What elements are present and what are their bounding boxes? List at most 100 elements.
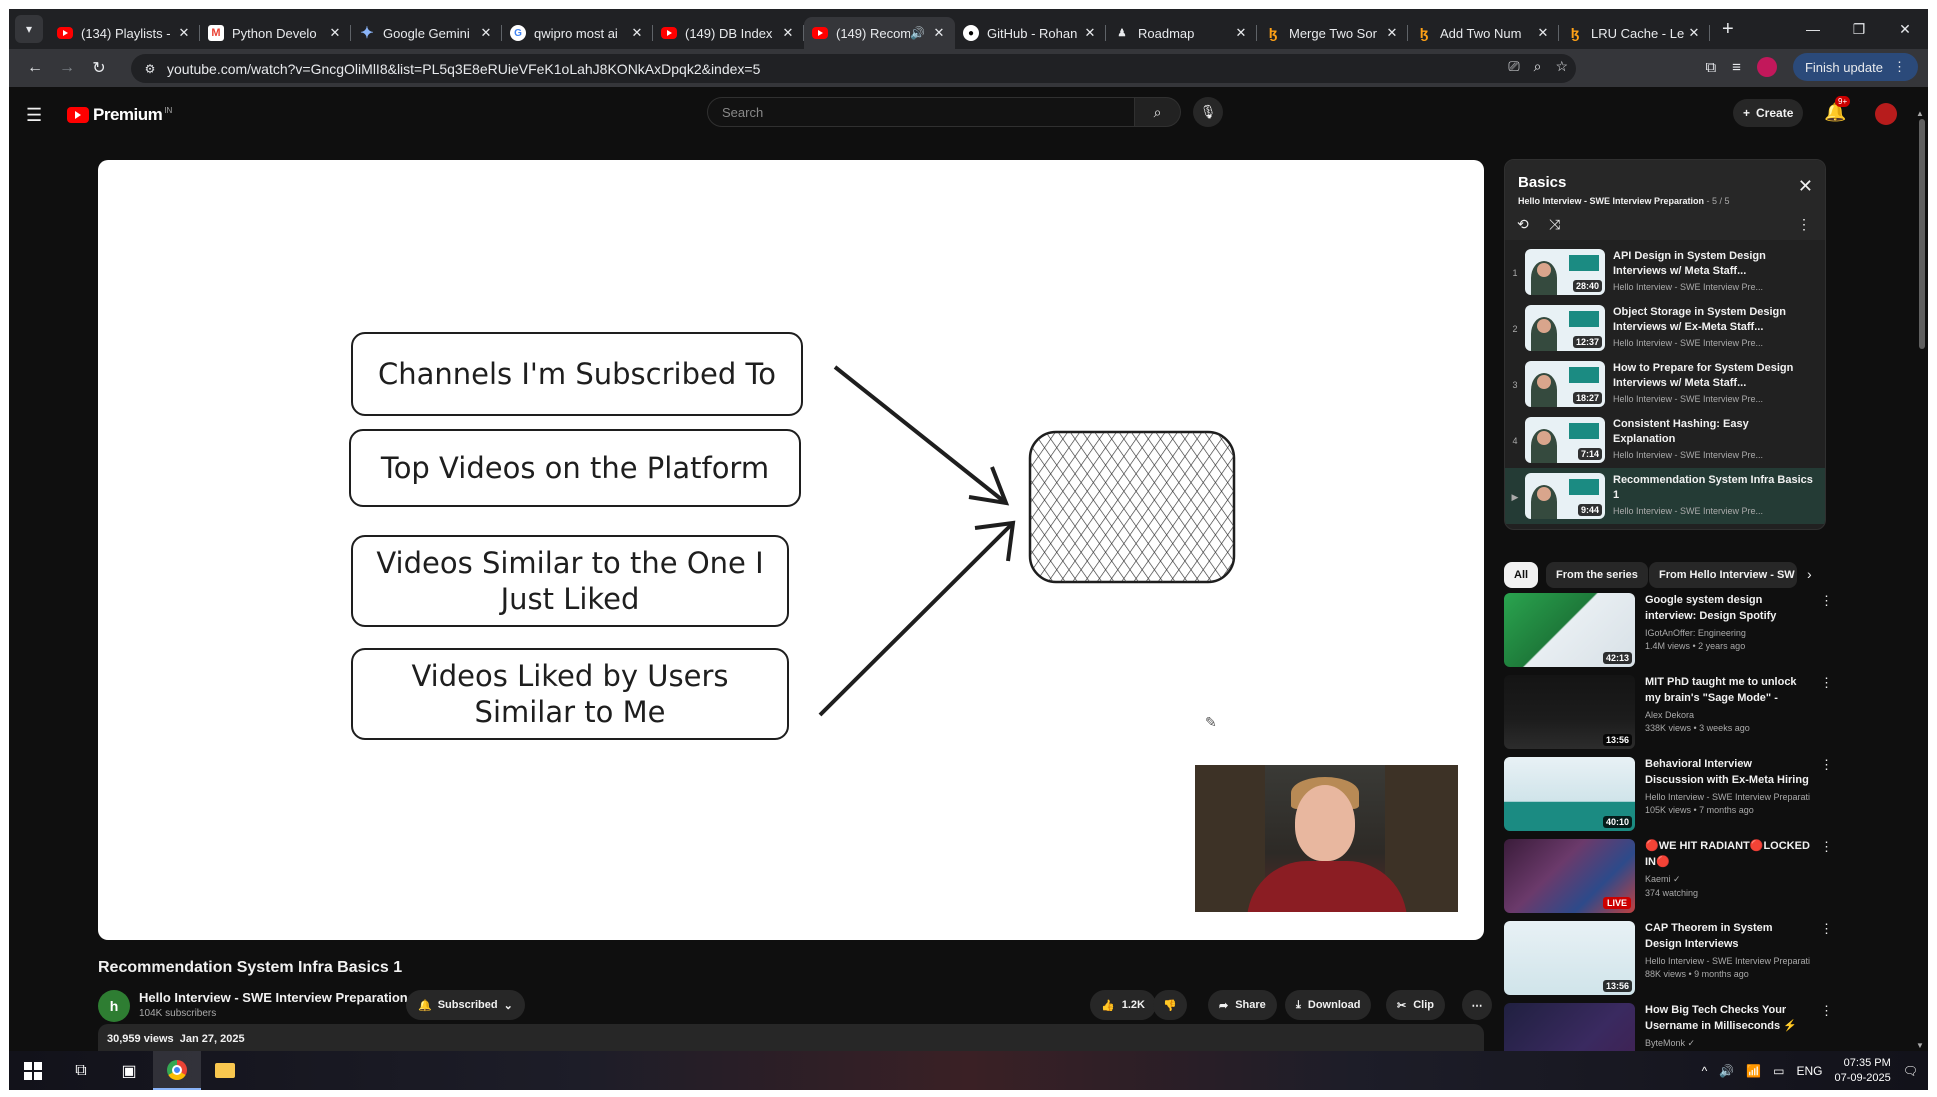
like-button[interactable]: 👍 1.2K xyxy=(1090,990,1156,1020)
zoom-icon[interactable]: ⌕ xyxy=(1534,58,1542,75)
more-vert-icon[interactable]: ⋮ xyxy=(1797,216,1811,233)
scrollbar-thumb[interactable] xyxy=(1919,119,1925,349)
browser-tab[interactable]: ɮ Merge Two Sor ✕ xyxy=(1257,17,1408,49)
back-arrow-icon[interactable]: ← xyxy=(21,54,49,82)
notifications-icon[interactable]: 🗨 xyxy=(1903,1064,1918,1078)
tab-close-icon[interactable]: ✕ xyxy=(327,25,343,41)
more-vert-icon[interactable]: ⋮ xyxy=(1820,675,1833,691)
tab-close-icon[interactable]: ✕ xyxy=(176,25,192,41)
new-tab-button[interactable]: + xyxy=(1722,18,1734,41)
video-player[interactable]: Channels I'm Subscribed To Top Videos on… xyxy=(98,160,1484,940)
channel-name[interactable]: Hello Interview - SWE Interview Preparat… xyxy=(139,990,408,1005)
search-input[interactable] xyxy=(707,97,1135,127)
create-button[interactable]: + Create xyxy=(1733,99,1804,127)
more-vert-icon[interactable]: ⋮ xyxy=(1820,839,1833,855)
youtube-logo[interactable]: Premium IN xyxy=(67,105,172,125)
browser-tab-active[interactable]: (149) Recom 🔊 ✕ xyxy=(804,17,955,49)
chevron-up-icon[interactable]: ^ xyxy=(1702,1064,1708,1078)
browser-tab[interactable]: M Python Develo ✕ xyxy=(200,17,351,49)
shuffle-icon[interactable]: ⤨ xyxy=(1549,216,1560,233)
finish-update-button[interactable]: Finish update ⋮ xyxy=(1792,53,1918,81)
browser-tab[interactable]: ● GitHub - Rohan ✕ xyxy=(955,17,1106,49)
cast-icon[interactable]: ⎚ xyxy=(1508,58,1519,75)
playlist-item[interactable]: 2 12:37 Object Storage in System Design … xyxy=(1505,300,1825,356)
tab-close-icon[interactable]: ✕ xyxy=(780,25,796,41)
tab-search-button[interactable]: ▾ xyxy=(15,15,43,43)
app-icon[interactable]: ▣ xyxy=(105,1051,153,1090)
bookmark-star-icon[interactable]: ☆ xyxy=(1555,58,1568,75)
bell-icon: 🔔 xyxy=(418,999,432,1012)
close-icon[interactable]: ✕ xyxy=(1798,176,1813,197)
extensions-icon[interactable]: ⧉ xyxy=(1705,59,1716,76)
playlist-item[interactable]: 4 7:14 Consistent Hashing: Easy Explanat… xyxy=(1505,412,1825,468)
clip-button[interactable]: ✂ Clip xyxy=(1386,990,1445,1020)
restore-icon[interactable]: ❐ xyxy=(1836,9,1882,49)
tab-close-icon[interactable]: ✕ xyxy=(629,25,645,41)
tab-close-icon[interactable]: ✕ xyxy=(1535,25,1551,41)
recommendation-item[interactable]: How Big Tech Checks Your Username in Mil… xyxy=(1504,1003,1834,1051)
chip-all[interactable]: All xyxy=(1504,562,1539,588)
browser-tab[interactable]: (149) DB Index ✕ xyxy=(653,17,804,49)
chevron-right-icon[interactable]: › xyxy=(1807,566,1812,582)
microphone-icon[interactable]: 🎙 xyxy=(1193,97,1223,127)
tab-close-icon[interactable]: ✕ xyxy=(1686,25,1702,41)
more-vert-icon[interactable]: ⋮ xyxy=(1820,1003,1833,1019)
playlist-owner[interactable]: Hello Interview - SWE Interview Preparat… xyxy=(1518,196,1704,206)
scroll-down-arrow-icon[interactable]: ▼ xyxy=(1916,1041,1924,1050)
playlist-item-current[interactable]: ▶ 9:44 Recommendation System Infra Basic… xyxy=(1505,468,1825,524)
subscribed-button[interactable]: 🔔 Subscribed ⌄ xyxy=(406,990,525,1020)
browser-tab[interactable]: Gqwipro most ai ✕ xyxy=(502,17,653,49)
battery-icon[interactable]: ▭ xyxy=(1773,1064,1784,1078)
tab-close-icon[interactable]: ✕ xyxy=(1384,25,1400,41)
browser-tab[interactable]: ɮ Add Two Num ✕ xyxy=(1408,17,1559,49)
forward-arrow-icon[interactable]: → xyxy=(53,54,81,82)
windows-start-icon[interactable] xyxy=(9,1051,57,1090)
more-actions-button[interactable]: ⋯ xyxy=(1462,990,1492,1020)
browser-tab[interactable]: ♟ Roadmap ✕ xyxy=(1106,17,1257,49)
recommendation-item[interactable]: 13:56 MIT PhD taught me to unlock my bra… xyxy=(1504,675,1834,755)
clock[interactable]: 07:35 PM 07-09-2025 xyxy=(1834,1056,1890,1085)
search-icon[interactable]: ⌕ xyxy=(1135,97,1181,127)
address-bar[interactable]: ⚙ youtube.com/watch?v=GncgOliMlI8&list=P… xyxy=(131,54,1576,83)
chip-from-channel[interactable]: From Hello Interview - SW xyxy=(1649,562,1797,588)
recommendation-item[interactable]: 40:10 Behavioral Interview Discussion wi… xyxy=(1504,757,1834,837)
more-vert-icon[interactable]: ⋮ xyxy=(1820,921,1833,937)
playlist-item[interactable]: 1 28:40 API Design in System Design Inte… xyxy=(1505,244,1825,300)
more-vert-icon[interactable]: ⋮ xyxy=(1820,593,1833,609)
file-explorer-icon[interactable] xyxy=(201,1051,249,1090)
language-indicator[interactable]: ENG xyxy=(1796,1064,1822,1078)
site-info-icon[interactable]: ⚙ xyxy=(141,60,159,78)
speaker-icon[interactable]: 🔊 xyxy=(910,26,925,40)
channel-avatar[interactable]: h xyxy=(98,990,130,1022)
chrome-icon[interactable] xyxy=(153,1051,201,1090)
minimize-icon[interactable]: — xyxy=(1790,9,1836,49)
tab-close-icon[interactable]: ✕ xyxy=(931,25,947,41)
playlist-item[interactable]: 3 18:27 How to Prepare for System Design… xyxy=(1505,356,1825,412)
profile-avatar[interactable] xyxy=(1756,57,1777,77)
recommendation-item[interactable]: 13:56 CAP Theorem in System Design Inter… xyxy=(1504,921,1834,1001)
volume-icon[interactable]: 🔊 xyxy=(1719,1064,1734,1078)
media-control-icon[interactable]: ≡ xyxy=(1732,59,1741,76)
browser-tab[interactable]: ɮ LRU Cache - Le ✕ xyxy=(1559,17,1710,49)
recommendation-item[interactable]: LIVE 🔴WE HIT RADIANT🔴LOCKED IN🔴 Kaemi ✓ 37… xyxy=(1504,839,1834,919)
chip-from-series[interactable]: From the series xyxy=(1546,562,1648,588)
close-icon[interactable]: ✕ xyxy=(1882,9,1928,49)
tab-close-icon[interactable]: ✕ xyxy=(1233,25,1249,41)
playlist-title[interactable]: Basics xyxy=(1518,174,1566,191)
account-avatar[interactable] xyxy=(1875,103,1897,125)
tab-close-icon[interactable]: ✕ xyxy=(1082,25,1098,41)
tab-close-icon[interactable]: ✕ xyxy=(478,25,494,41)
dislike-button[interactable]: 👎 xyxy=(1153,990,1187,1020)
browser-tab[interactable]: ✦ Google Gemini ✕ xyxy=(351,17,502,49)
recommendation-item[interactable]: 42:13 Google system design interview: De… xyxy=(1504,593,1834,673)
more-vert-icon[interactable]: ⋮ xyxy=(1820,757,1833,773)
share-button[interactable]: ➦ Share xyxy=(1208,990,1277,1020)
browser-tab[interactable]: (134) Playlists - ✕ xyxy=(49,17,200,49)
download-button[interactable]: ⤓ Download xyxy=(1285,990,1372,1020)
reload-icon[interactable]: ↻ xyxy=(85,54,113,82)
scroll-up-arrow-icon[interactable]: ▲ xyxy=(1916,109,1924,118)
menu-icon[interactable]: ☰ xyxy=(26,105,42,126)
wifi-icon[interactable]: 📶 xyxy=(1746,1064,1761,1078)
loop-icon[interactable]: ⟲ xyxy=(1517,216,1529,233)
task-view-icon[interactable]: ⧉ xyxy=(57,1051,105,1090)
